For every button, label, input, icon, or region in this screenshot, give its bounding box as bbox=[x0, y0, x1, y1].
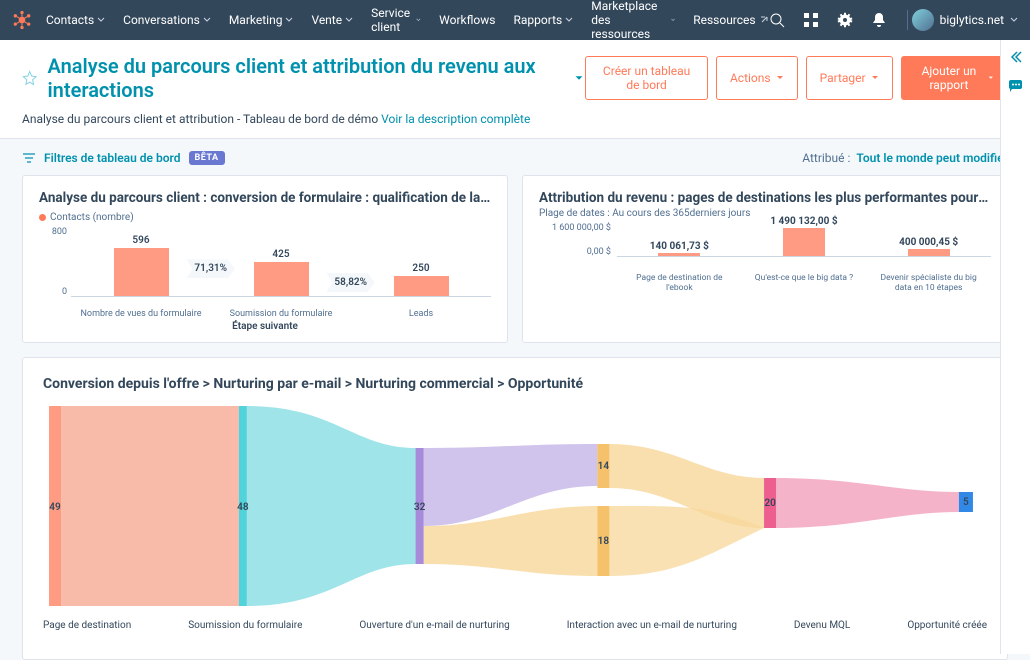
page-header: Analyse du parcours client et attributio… bbox=[0, 40, 1030, 139]
filter-bar: Filtres de tableau de bord BÊTA Attribué… bbox=[0, 139, 1030, 175]
revenue-chart-card[interactable]: Attribution du revenu : pages de destina… bbox=[522, 175, 1008, 343]
avatar bbox=[912, 9, 934, 31]
sankey-stage-label: Devenu MQL bbox=[794, 620, 850, 631]
nav-utility-icons bbox=[769, 12, 887, 28]
search-icon[interactable] bbox=[769, 12, 785, 28]
account-name: biglytics.net bbox=[940, 13, 1004, 27]
account-menu[interactable]: biglytics.net bbox=[912, 9, 1018, 31]
nav-rapports[interactable]: Rapports bbox=[513, 13, 573, 27]
sankey-stage-label: Interaction avec un e-mail de nurturing bbox=[567, 620, 737, 631]
assigned-label: Attribué : bbox=[802, 151, 850, 165]
nav-conversations[interactable]: Conversations bbox=[123, 13, 211, 27]
nav-vente[interactable]: Vente bbox=[311, 13, 353, 27]
marketplace-icon[interactable] bbox=[803, 12, 819, 28]
funnel-chart-title: Analyse du parcours client : conversion … bbox=[39, 190, 491, 206]
sankey-title: Conversion depuis l'offre > Nurturing pa… bbox=[43, 376, 987, 392]
see-full-description-link[interactable]: Voir la description complète bbox=[381, 112, 530, 126]
collapse-rail-icon[interactable] bbox=[1009, 50, 1023, 64]
sankey-stage-label: Soumission du formulaire bbox=[188, 620, 302, 631]
filter-icon bbox=[22, 151, 36, 165]
svg-text:18: 18 bbox=[598, 536, 610, 547]
sankey-stage-label: Ouverture d'un e-mail de nurturing bbox=[359, 620, 509, 631]
revenue-chart-title: Attribution du revenu : pages de destina… bbox=[539, 190, 991, 206]
bell-icon[interactable] bbox=[871, 12, 887, 28]
share-button[interactable]: Partager bbox=[806, 56, 893, 100]
page-title[interactable]: Analyse du parcours client et attributio… bbox=[47, 54, 563, 102]
dashboard-filters-toggle[interactable]: Filtres de tableau de bord BÊTA bbox=[22, 151, 225, 165]
svg-text:5: 5 bbox=[963, 497, 969, 508]
revenue-plot: 140 061,73 $1 490 132,00 $400 000,45 $ bbox=[617, 223, 991, 257]
funnel-x-title: Étape suivante bbox=[39, 321, 491, 332]
nav-service[interactable]: Service client bbox=[371, 6, 421, 34]
hubspot-logo-icon[interactable] bbox=[12, 10, 32, 30]
svg-text:49: 49 bbox=[49, 502, 61, 513]
create-dashboard-button[interactable]: Créer un tableau de bord bbox=[585, 56, 708, 100]
svg-text:32: 32 bbox=[414, 502, 426, 513]
dashboard-description: Analyse du parcours client et attributio… bbox=[22, 112, 1008, 126]
add-report-button[interactable]: Ajouter un rapport bbox=[901, 56, 1008, 100]
nav-contacts[interactable]: Contacts bbox=[46, 13, 105, 27]
sankey-card[interactable]: Conversion depuis l'offre > Nurturing pa… bbox=[22, 357, 1008, 660]
funnel-legend: Contacts (nombre) bbox=[39, 212, 491, 223]
funnel-plot: 59671,31%42558,82%250 bbox=[71, 227, 491, 297]
actions-button[interactable]: Actions bbox=[716, 56, 798, 100]
sankey-stage-label: Page de destination bbox=[43, 620, 131, 631]
assigned-value-link[interactable]: Tout le monde peut modifier bbox=[856, 151, 1008, 165]
funnel-chart-card[interactable]: Analyse du parcours client : conversion … bbox=[22, 175, 508, 343]
top-nav: Contacts Conversations Marketing Vente S… bbox=[0, 0, 1030, 40]
nav-marketing[interactable]: Marketing bbox=[229, 13, 294, 27]
chevron-down-icon bbox=[1010, 16, 1018, 24]
title-dropdown-icon[interactable] bbox=[573, 71, 585, 85]
beta-badge: BÊTA bbox=[189, 151, 225, 165]
nav-workflows[interactable]: Workflows bbox=[439, 13, 495, 27]
gear-icon[interactable] bbox=[837, 12, 853, 28]
svg-text:20: 20 bbox=[764, 498, 776, 509]
nav-links: Contacts Conversations Marketing Vente S… bbox=[46, 0, 769, 41]
sankey-stage-label: Opportunité créée bbox=[907, 620, 987, 631]
svg-text:14: 14 bbox=[598, 461, 610, 472]
svg-text:48: 48 bbox=[237, 502, 249, 513]
comments-icon[interactable] bbox=[1008, 78, 1024, 94]
nav-ressources[interactable]: Ressources bbox=[693, 13, 768, 27]
nav-marketplace[interactable]: Marketplace des ressources bbox=[591, 0, 675, 41]
right-rail bbox=[1000, 40, 1030, 654]
sankey-plot: 49 48 32 14 18 20 5 bbox=[43, 406, 987, 616]
star-icon[interactable] bbox=[22, 69, 37, 87]
